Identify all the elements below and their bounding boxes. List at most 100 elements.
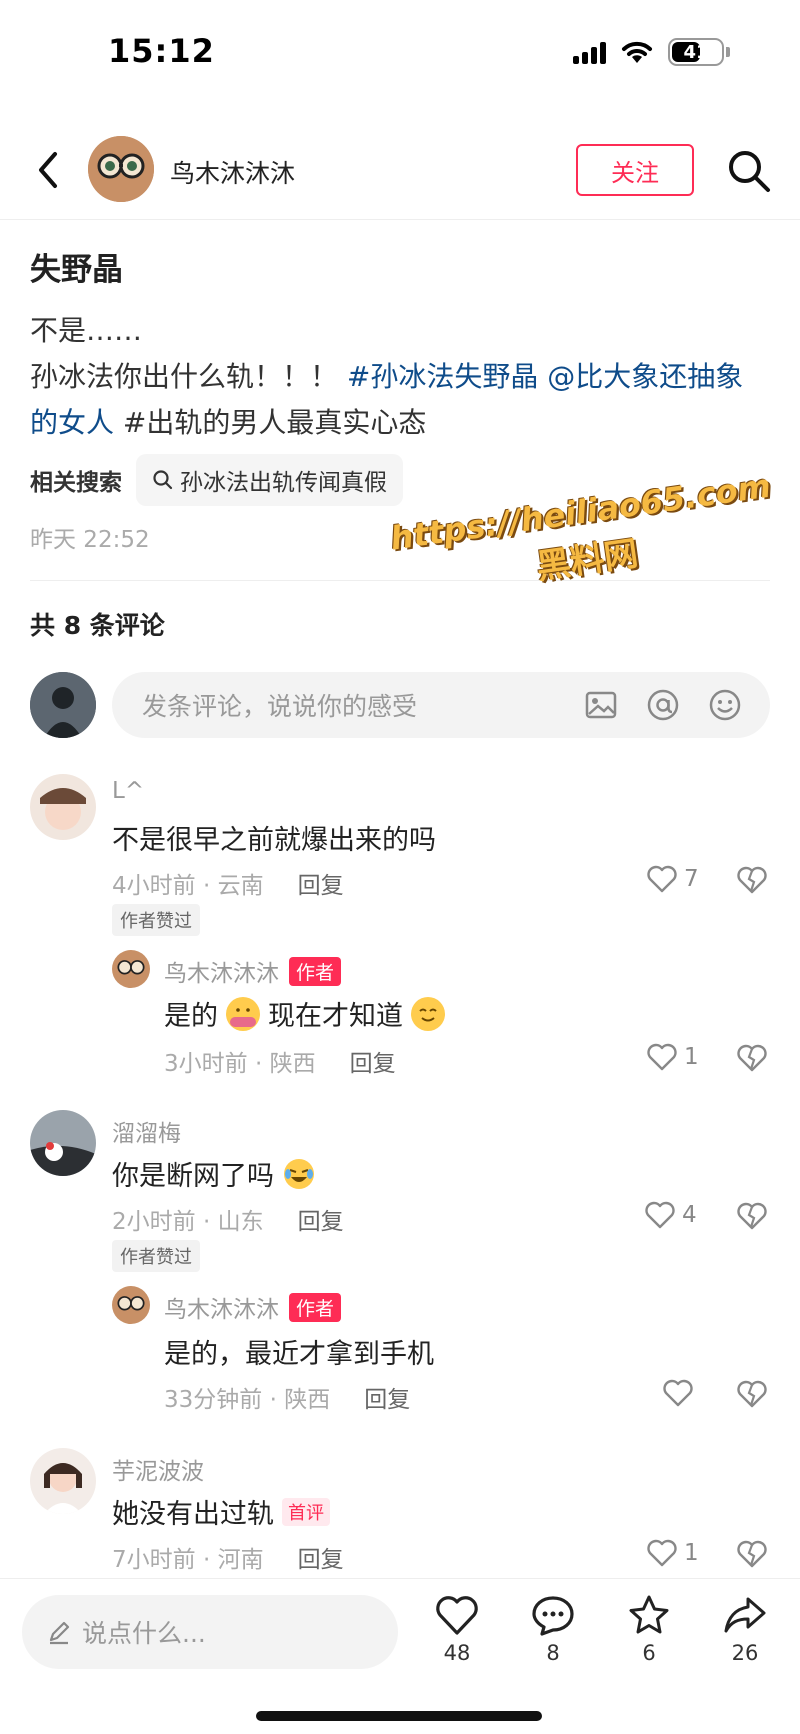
search-icon	[153, 470, 173, 490]
like-count: 1	[684, 1044, 699, 1070]
favorite-post-button[interactable]: 6	[614, 1593, 684, 1665]
post-line-2: 孙冰法你出什么轨！！！ #孙冰法失野晶 @比大象还抽象的女人 #出轨的男人最真实…	[30, 354, 770, 446]
pencil-icon	[49, 1621, 70, 1645]
watermark: https://heiliao65.com 黑料网	[388, 467, 780, 609]
cellular-signal-icon	[573, 40, 606, 64]
like-button[interactable]: 7	[646, 864, 699, 894]
reply-button[interactable]: 回复	[364, 1380, 410, 1414]
commenter-avatar[interactable]	[112, 1286, 150, 1324]
comment-post-button[interactable]: 8	[518, 1593, 588, 1665]
search-icon	[729, 151, 770, 192]
comment-count: 共 8 条评论	[30, 611, 165, 640]
heart-icon	[647, 1539, 677, 1567]
like-count: 4	[682, 1202, 697, 1228]
comment-time-location: 7小时前 · 河南	[112, 1547, 264, 1573]
comment-text[interactable]: 是的 现在才知道	[164, 994, 445, 1033]
like-button[interactable]: 4	[644, 1200, 697, 1230]
commenter-avatar[interactable]	[30, 1110, 96, 1176]
say-something-input[interactable]: 说点什么...	[22, 1595, 398, 1669]
commenter-name[interactable]: 鸟木沐沐沐	[164, 954, 279, 988]
status-bar: 15:12 41	[0, 0, 800, 100]
commenter-avatar[interactable]	[30, 1448, 96, 1514]
share-post-button[interactable]: 26	[710, 1593, 780, 1665]
star-icon	[629, 1595, 669, 1634]
battery-level: 41	[683, 41, 709, 63]
comment-time-location: 4小时前 · 云南	[112, 873, 264, 899]
dislike-icon[interactable]	[736, 1042, 768, 1074]
heart-icon	[645, 1201, 675, 1229]
dislike-icon[interactable]	[736, 1200, 768, 1232]
comment-text[interactable]: 你是断网了吗	[112, 1154, 316, 1193]
post-title: 失野晶	[30, 252, 123, 288]
hashtag-text[interactable]: #出轨的男人最真实心态	[123, 406, 426, 439]
comment-text[interactable]: 她没有出过轨 首评	[112, 1492, 330, 1531]
laugh-cry-emoji-icon	[282, 1157, 316, 1191]
commenter-avatar[interactable]	[112, 950, 150, 988]
status-time: 15:12	[108, 32, 215, 70]
like-button[interactable]	[662, 1378, 694, 1408]
comment-text-part: 她没有出过轨	[112, 1499, 274, 1530]
comment-bubble-icon	[532, 1596, 574, 1636]
dislike-icon[interactable]	[736, 1378, 768, 1410]
my-avatar	[30, 672, 96, 738]
comment-input[interactable]: 发条评论，说说你的感受	[112, 672, 770, 738]
dislike-icon[interactable]	[736, 864, 768, 896]
reply-button[interactable]: 回复	[298, 1540, 344, 1574]
comment-text-part: 现在才知道	[268, 1001, 403, 1032]
say-something-placeholder: 说点什么...	[82, 1619, 206, 1648]
post-body: 不是…… 孙冰法你出什么轨！！！ #孙冰法失野晶 @比大象还抽象的女人 #出轨的…	[30, 308, 770, 446]
post-favorite-count: 6	[642, 1641, 656, 1665]
author-badge: 作者	[289, 1292, 342, 1322]
author-liked-badge: 作者赞过	[112, 1240, 200, 1272]
heart-icon	[663, 1379, 693, 1407]
like-button[interactable]: 1	[646, 1538, 699, 1568]
reply-button[interactable]: 回复	[298, 1202, 344, 1236]
related-search-label: 相关搜索	[30, 470, 122, 496]
header: 鸟木沐沐沐 关注	[0, 120, 800, 220]
like-count: 1	[684, 1540, 699, 1566]
comment-text[interactable]: 不是很早之前就爆出来的吗	[112, 818, 436, 857]
post-share-count: 26	[731, 1641, 759, 1665]
comment-text[interactable]: 是的，最近才拿到手机	[164, 1332, 434, 1371]
bottom-action-bar: 说点什么... 48 8 6 26	[0, 1578, 800, 1734]
home-indicator	[256, 1711, 542, 1721]
first-comment-badge: 首评	[282, 1497, 330, 1526]
commenter-avatar[interactable]	[30, 774, 96, 840]
commenter-name[interactable]: 溜溜梅	[112, 1114, 181, 1148]
comment-text-part: 是的	[164, 1001, 218, 1032]
search-button[interactable]	[724, 146, 774, 196]
reply-button[interactable]: 回复	[350, 1044, 396, 1078]
like-button[interactable]: 1	[646, 1042, 699, 1072]
post-text: 孙冰法你出什么轨！！！	[30, 360, 339, 393]
heart-icon	[647, 865, 677, 893]
emoji-icon[interactable]	[706, 686, 744, 724]
like-count: 7	[684, 866, 699, 892]
like-post-button[interactable]: 48	[422, 1593, 492, 1665]
comment-time-location: 3小时前 · 陕西	[164, 1051, 316, 1077]
commenter-name[interactable]: 芋泥波波	[112, 1452, 204, 1486]
image-icon[interactable]	[582, 686, 620, 724]
author-avatar[interactable]	[88, 136, 154, 202]
status-icons: 41	[573, 38, 730, 66]
mention-icon[interactable]	[644, 686, 682, 724]
hug-emoji-icon	[226, 996, 260, 1031]
back-button[interactable]	[26, 144, 70, 196]
wifi-icon	[622, 41, 652, 63]
author-name[interactable]: 鸟木沐沐沐	[170, 154, 295, 190]
post-timestamp: 昨天 22:52	[30, 527, 150, 553]
comment-text-part: 你是断网了吗	[112, 1161, 274, 1192]
commenter-name[interactable]: 鸟木沐沐沐	[164, 1290, 279, 1324]
post-comment-count: 8	[546, 1641, 560, 1665]
commenter-name[interactable]: L^	[112, 778, 144, 804]
share-arrow-icon	[724, 1597, 766, 1633]
reply-button[interactable]: 回复	[298, 866, 344, 900]
post-like-count: 48	[443, 1641, 471, 1665]
author-badge: 作者	[289, 956, 342, 986]
hashtag-link[interactable]: #孙冰法失野晶	[347, 360, 538, 393]
comment-time-location: 2小时前 · 山东	[112, 1209, 264, 1235]
follow-button[interactable]: 关注	[576, 144, 694, 196]
comment-time-location: 33分钟前 · 陕西	[164, 1387, 331, 1413]
dislike-icon[interactable]	[736, 1538, 768, 1570]
post-line-1: 不是……	[30, 314, 143, 347]
related-search-chip[interactable]: 孙冰法出轨传闻真假	[136, 454, 403, 506]
